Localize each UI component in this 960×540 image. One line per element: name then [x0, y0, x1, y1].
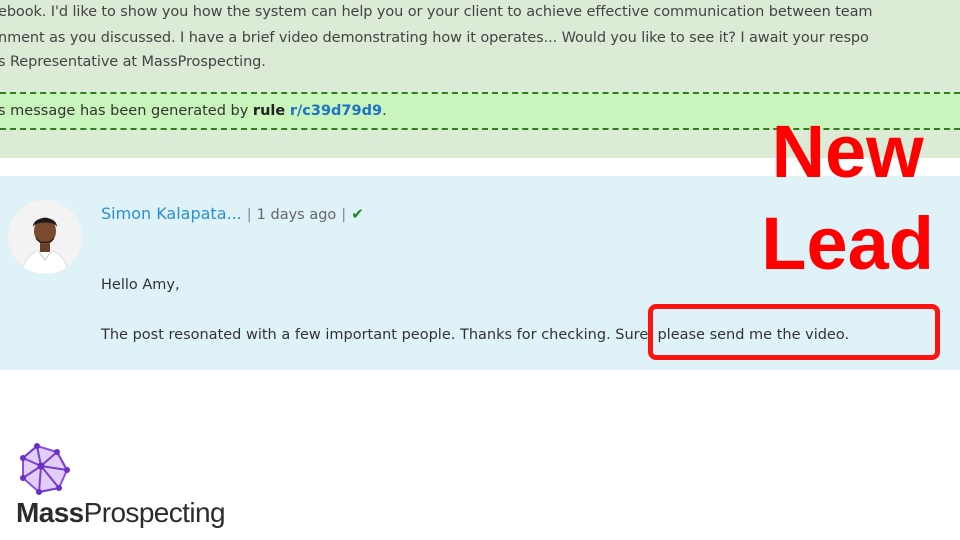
annotation-line: New: [771, 110, 924, 193]
geodesic-sphere-icon: [17, 442, 71, 496]
rule-id-link[interactable]: r/c39d79d9: [290, 103, 382, 119]
logo-wordmark: MassProspecting: [16, 497, 226, 529]
rule-label: rule: [252, 103, 286, 119]
previous-message-line: ebook. I'd like to show you how the syst…: [0, 4, 873, 20]
separator: |: [246, 207, 252, 223]
author-name-link[interactable]: Simon Kalapata...: [101, 204, 242, 223]
reply-greeting: Hello Amy,: [101, 277, 180, 293]
avatar[interactable]: [8, 200, 82, 274]
annotation-line: Lead: [761, 202, 934, 285]
previous-message-line: s Representative at MassProspecting.: [0, 54, 266, 70]
previous-message-line: nment as you discussed. I have a brief v…: [0, 30, 869, 46]
logo-bold-part: Mass: [16, 497, 84, 528]
logo-regular-part: Prospecting: [83, 497, 226, 528]
separator: |: [341, 207, 347, 223]
rule-notice-prefix: s message has been generated by: [0, 103, 253, 119]
reply-header: Simon Kalapata... | 1 days ago | ✔: [101, 204, 364, 223]
checkmark-icon: ✔: [351, 205, 364, 223]
new-lead-annotation: New Lead: [761, 106, 934, 290]
rule-notice-text: s message has been generated by rule r/c…: [0, 103, 387, 119]
avatar-image: [8, 200, 82, 274]
rule-notice-suffix: .: [382, 103, 387, 119]
highlight-box: [648, 304, 940, 360]
timestamp: 1 days ago: [256, 207, 337, 223]
